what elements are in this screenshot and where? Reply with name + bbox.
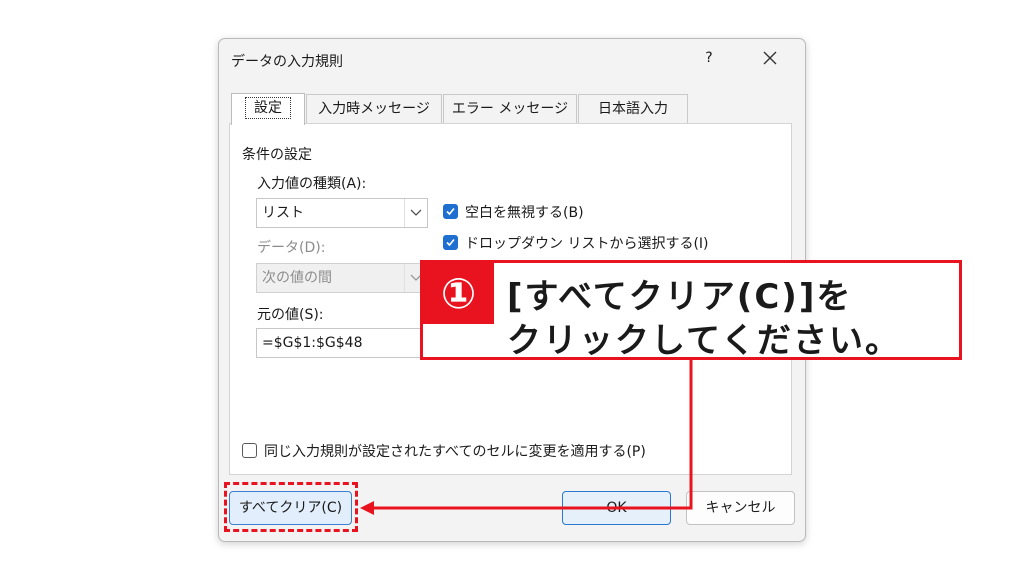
clear-all-highlight bbox=[224, 482, 358, 532]
tab-settings[interactable]: 設定 bbox=[231, 93, 305, 125]
instruction-callout: ① [すべてクリア(C)]を クリックしてください。 bbox=[420, 260, 962, 361]
tab-settings-label: 設定 bbox=[245, 97, 291, 119]
callout-line-1: [すべてクリア(C)]を bbox=[507, 277, 853, 317]
callout-line-2: クリックしてください。 bbox=[507, 321, 901, 361]
step-number: ① bbox=[440, 269, 477, 318]
